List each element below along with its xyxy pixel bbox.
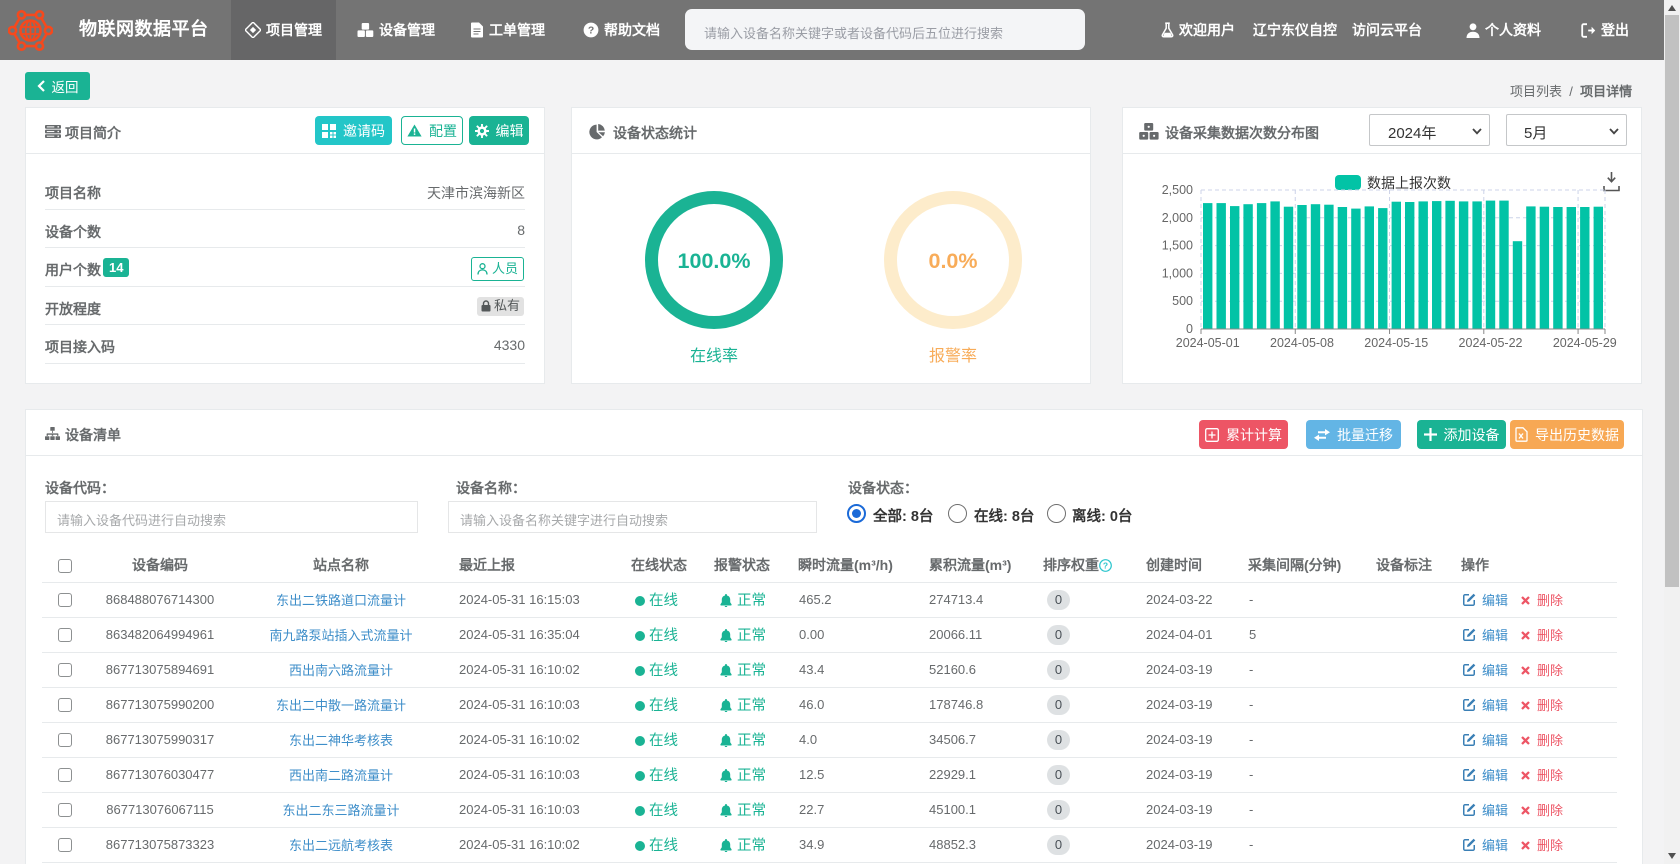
svg-text:2,000: 2,000 (1162, 211, 1193, 225)
svg-text:0.0%: 0.0% (928, 249, 977, 273)
svg-text:2024-05-29: 2024-05-29 (1553, 336, 1617, 350)
svg-text:1,000: 1,000 (1162, 266, 1193, 280)
svg-text:500: 500 (1172, 294, 1193, 308)
svg-text:1,500: 1,500 (1162, 239, 1193, 253)
svg-text:?: ? (1103, 560, 1108, 570)
svg-text:2,500: 2,500 (1162, 183, 1193, 197)
svg-text:0: 0 (1186, 322, 1193, 336)
svg-text:数据上报次数: 数据上报次数 (1367, 175, 1451, 191)
svg-text:?: ? (588, 26, 594, 37)
svg-text:2024-05-15: 2024-05-15 (1364, 336, 1428, 350)
svg-text:2024-05-22: 2024-05-22 (1459, 336, 1523, 350)
svg-text:2024-05-08: 2024-05-08 (1270, 336, 1334, 350)
svg-text:100.0%: 100.0% (678, 249, 751, 273)
svg-text:2024-05-01: 2024-05-01 (1176, 336, 1240, 350)
